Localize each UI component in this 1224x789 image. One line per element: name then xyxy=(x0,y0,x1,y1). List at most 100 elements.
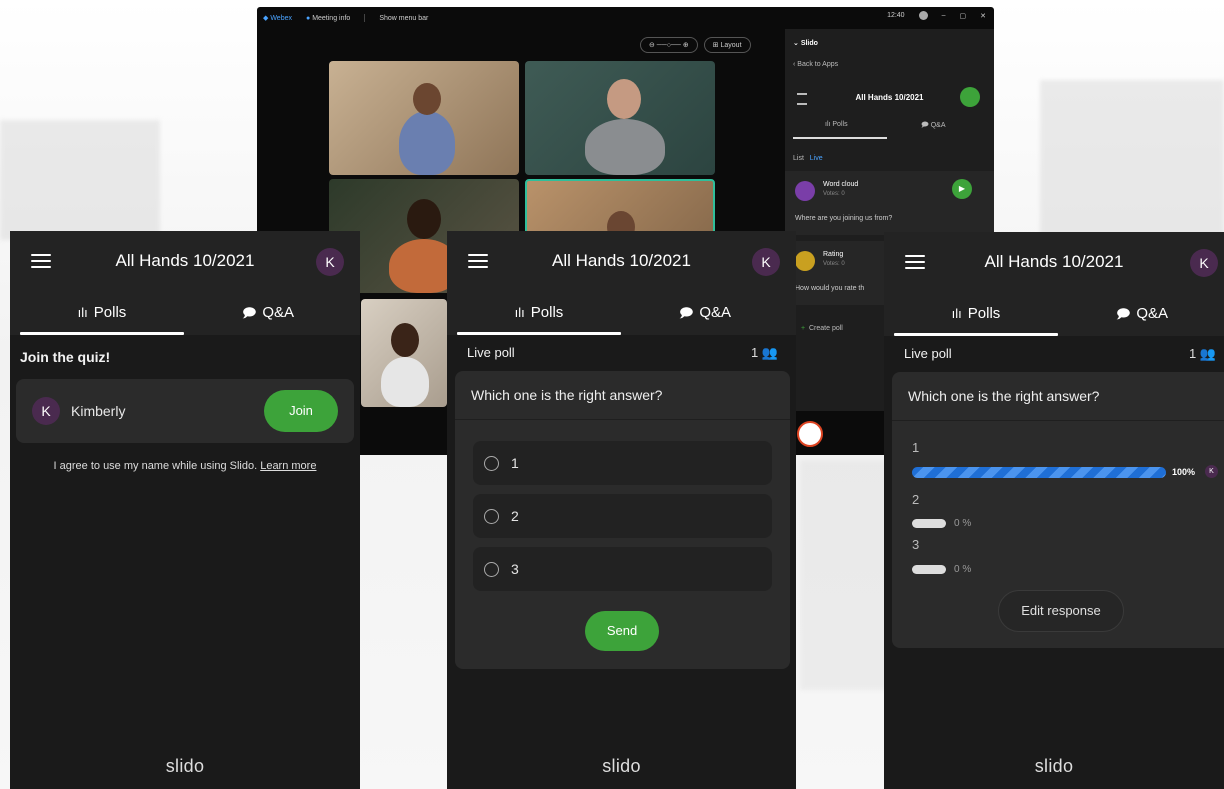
bar-chart-icon: ılı xyxy=(514,305,525,320)
meeting-info-button[interactable]: ● Meeting info xyxy=(306,15,350,22)
event-title: All Hands 10/2021 xyxy=(115,251,255,270)
phone-live-poll: All Hands 10/2021 K ılı Polls 🗩 Q&A Live p… xyxy=(447,231,796,789)
edit-response-button[interactable]: Edit response xyxy=(998,590,1124,632)
voter-avatar: K xyxy=(1205,465,1218,478)
chat-icon: 🗩 xyxy=(241,305,257,320)
poll-question: How would you rate th xyxy=(795,285,865,292)
slido-logo: slido xyxy=(602,756,641,776)
background-shape xyxy=(0,120,160,240)
leave-button[interactable] xyxy=(797,421,823,447)
poll-name: Rating xyxy=(823,251,844,258)
tab-polls[interactable]: ılı Polls xyxy=(20,295,184,335)
poll-status: Live poll xyxy=(904,346,952,361)
tab-polls[interactable]: ılı Polls xyxy=(825,121,848,128)
phone-poll-results: All Hands 10/2021 K ılı Polls 🗩 Q&A Live p… xyxy=(884,232,1224,789)
join-button[interactable]: Join xyxy=(264,390,338,432)
background-shape xyxy=(800,460,890,690)
tab-qa[interactable]: 🗩 Q&A xyxy=(1060,296,1224,336)
layout-button[interactable]: ⊞ Layout xyxy=(703,37,751,53)
poll-votes: Votes: 0 xyxy=(823,191,845,197)
poll-option[interactable]: 1 xyxy=(473,441,772,485)
participant-count: 1 👥 xyxy=(750,345,778,360)
event-title: All Hands 10/2021 xyxy=(552,251,691,270)
app-header: All Hands 10/2021 K xyxy=(884,232,1224,296)
play-icon[interactable]: ▶ xyxy=(952,179,972,199)
user-name: Kimberly xyxy=(71,403,126,419)
result-percent: 0 % xyxy=(954,518,972,529)
join-card: K Kimberly Join xyxy=(16,379,354,443)
poll-option[interactable]: 3 xyxy=(473,547,772,591)
radio-button[interactable] xyxy=(484,562,499,577)
result-label: 3 xyxy=(912,537,920,552)
app-header: All Hands 10/2021 K xyxy=(447,231,796,295)
filter-live[interactable]: Live xyxy=(810,155,823,162)
user-avatar-icon[interactable] xyxy=(918,11,928,20)
bar-chart-icon: ılı xyxy=(951,306,962,321)
webex-logo: ◆ Webex xyxy=(263,15,292,22)
poll-option[interactable]: 2 xyxy=(473,494,772,538)
active-tab-indicator xyxy=(793,137,887,139)
webex-title-bar: ◆ Webex ● Meeting info Show menu bar xyxy=(257,7,994,29)
slido-logo: slido xyxy=(165,756,205,776)
section-title: Join the quiz! xyxy=(20,349,111,365)
app-header: All Hands 10/2021 K xyxy=(10,231,360,295)
close-icon[interactable]: ✕ xyxy=(980,12,986,20)
radio-button[interactable] xyxy=(484,509,499,524)
poll-card: Which one is the right answer? 1 2 3 Sen… xyxy=(455,371,790,669)
user-initial-avatar: K xyxy=(32,397,60,425)
radio-button[interactable] xyxy=(484,456,499,471)
result-label: 2 xyxy=(912,492,920,507)
slido-panel-title: ⌄ Slido xyxy=(793,40,818,47)
people-icon: 👥 xyxy=(761,345,778,360)
result-percent: 100% xyxy=(1172,467,1196,477)
people-icon: 👥 xyxy=(1199,346,1216,361)
back-to-apps-link[interactable]: ‹ Back to Apps xyxy=(793,61,986,68)
send-button[interactable]: Send xyxy=(585,611,659,651)
tab-qa[interactable]: 🗩 Q&A xyxy=(921,121,946,132)
poll-type-icon xyxy=(795,251,815,271)
minimize-icon[interactable]: – xyxy=(942,12,946,19)
user-avatar[interactable]: K xyxy=(316,248,344,276)
tab-qa[interactable]: 🗩 Q&A xyxy=(623,295,787,335)
event-title: All Hands 10/2021 xyxy=(984,252,1124,271)
poll-votes: Votes: 0 xyxy=(823,261,845,267)
tab-content: Join the quiz! K Kimberly Join I agree t… xyxy=(10,335,360,789)
background-shape xyxy=(1040,80,1224,240)
tab-content: Live poll 1 👥 Which one is the right ans… xyxy=(447,335,796,789)
tab-bar: ılı Polls 🗩 Q&A xyxy=(457,295,786,335)
filter-tabs: List Live xyxy=(793,155,986,162)
video-tile xyxy=(525,61,715,175)
slido-logo: slido xyxy=(1034,756,1074,776)
result-bar xyxy=(912,565,946,574)
poll-type-icon xyxy=(795,181,815,201)
menu-icon[interactable] xyxy=(797,93,807,105)
consent-text: I agree to use my name while using Slido… xyxy=(53,460,317,472)
show-menu-bar-button[interactable]: Show menu bar xyxy=(379,15,428,22)
result-percent: 0 % xyxy=(954,564,972,575)
tab-polls[interactable]: ılı Polls xyxy=(457,295,621,335)
chat-icon: 🗩 xyxy=(1115,306,1131,321)
maximize-icon[interactable]: ▢ xyxy=(960,12,967,20)
result-label: 1 xyxy=(912,440,920,455)
tab-content: Live poll 1 👥 Which one is the right ans… xyxy=(884,336,1224,789)
filter-list[interactable]: List xyxy=(793,155,804,162)
participant-count: 1 👥 xyxy=(1188,346,1216,361)
tab-qa[interactable]: 🗩 Q&A xyxy=(186,295,350,335)
poll-question: Which one is the right answer? xyxy=(471,387,663,403)
video-tile xyxy=(329,61,519,175)
phone-join-quiz: All Hands 10/2021 K ılı Polls 🗩 Q&A Join t… xyxy=(10,231,360,789)
tab-polls[interactable]: ılı Polls xyxy=(894,296,1058,336)
poll-item[interactable]: Word cloud Votes: 0 ▶ Where are you join… xyxy=(785,171,994,235)
learn-more-link[interactable]: Learn more xyxy=(260,460,316,472)
poll-name: Word cloud xyxy=(823,181,859,188)
user-avatar[interactable]: K xyxy=(752,248,780,276)
results-card: Which one is the right answer? 1 100% K … xyxy=(892,372,1224,648)
view-controls: ⊖ ──○── ⊕ ⊞ Layout xyxy=(640,37,751,53)
divider xyxy=(892,420,1224,421)
poll-status: Live poll xyxy=(467,345,515,360)
poll-question: Which one is the right answer? xyxy=(908,388,1100,404)
zoom-slider[interactable]: ⊖ ──○── ⊕ xyxy=(640,37,698,53)
user-avatar[interactable]: K xyxy=(1190,249,1218,277)
window-controls: 12:40 – ▢ ✕ xyxy=(887,11,986,20)
avatar[interactable] xyxy=(960,87,980,107)
